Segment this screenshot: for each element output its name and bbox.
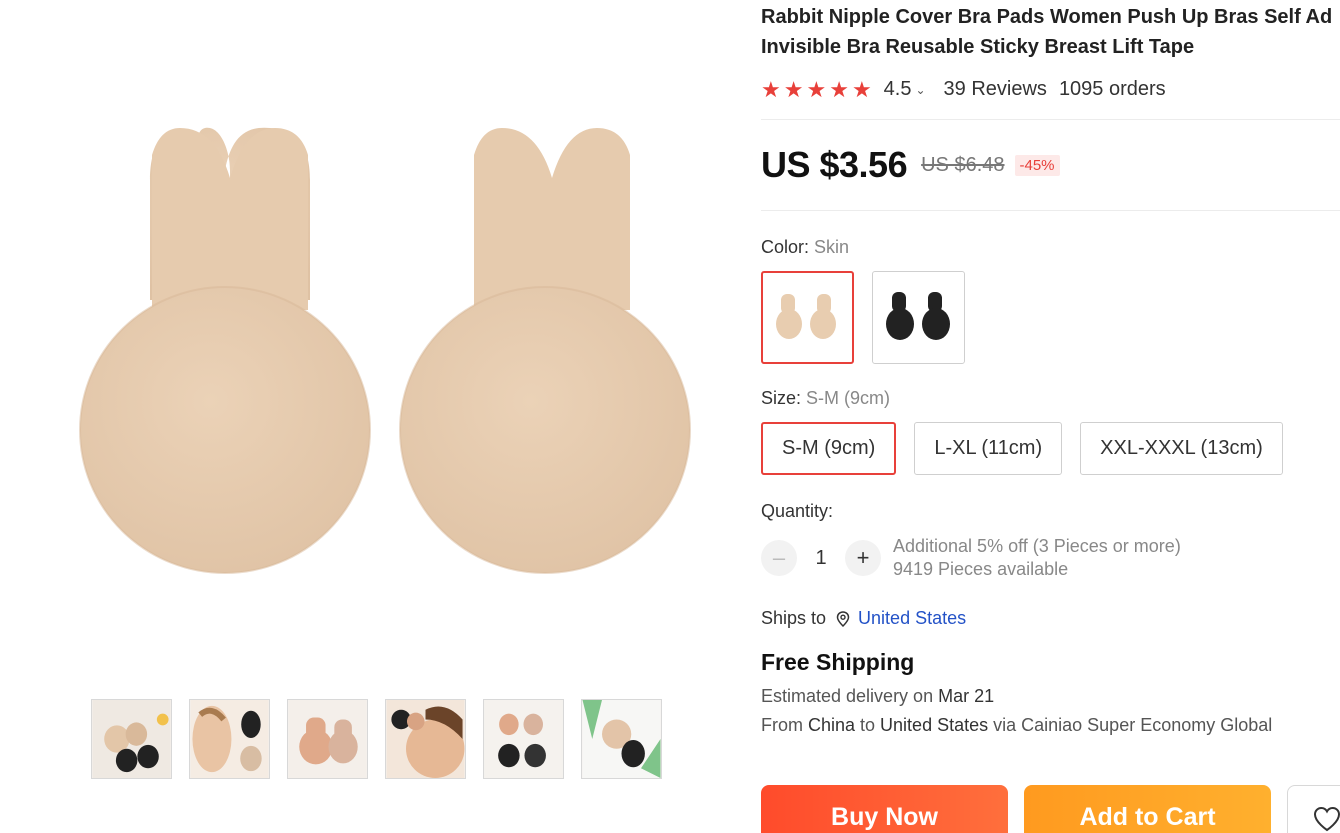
ships-to-destination-link[interactable]: United States	[858, 608, 966, 629]
size-option-xxl-xxxl[interactable]: XXL-XXXL (13cm)	[1080, 422, 1283, 475]
star-icon: ★	[806, 76, 827, 102]
stock-available: 9419 Pieces available	[893, 559, 1069, 579]
route-from-prefix: From	[761, 715, 808, 735]
product-title-line1: Rabbit Nipple Cover Bra Pads Women Push …	[761, 6, 1333, 28]
thumbnail-6[interactable]	[581, 699, 662, 779]
discount-badge: -45%	[1014, 154, 1060, 176]
est-date: Mar 21	[938, 686, 995, 706]
skin-pad-swatch-icon	[775, 293, 836, 339]
product-title: Rabbit Nipple Cover Bra Pads Women Push …	[761, 2, 1340, 62]
product-info-panel: Rabbit Nipple Cover Bra Pads Women Push …	[761, 0, 1340, 833]
quantity-increase-button[interactable]: +	[845, 540, 881, 576]
quantity-decrease-button[interactable]: –	[761, 540, 797, 576]
reviews-link[interactable]: 39 Reviews	[944, 78, 1047, 101]
wishlist-button[interactable]	[1287, 785, 1340, 833]
star-icon: ★	[851, 76, 872, 102]
size-option-l-xl[interactable]: L-XL (11cm)	[914, 422, 1063, 475]
ships-to-row: Ships to United States	[761, 608, 1340, 629]
buy-now-button[interactable]: Buy Now	[761, 785, 1008, 833]
chevron-down-icon[interactable]: ⌄	[915, 83, 925, 97]
quantity-value[interactable]: 1	[797, 547, 845, 570]
divider	[761, 210, 1340, 211]
star-icon: ★	[829, 76, 849, 102]
size-option-s-m[interactable]: S-M (9cm)	[761, 422, 897, 475]
rating-row: ★ ★ ★ ★ ★ 4.5 ⌄ 39 Reviews 1095 orders	[761, 78, 1340, 101]
ships-to-label: Ships to	[761, 608, 827, 628]
star-icon: ★	[783, 76, 804, 102]
current-price: US $3.56	[761, 144, 908, 185]
route-origin: China	[808, 715, 856, 735]
size-label: Size: S-M (9cm)	[761, 388, 1340, 409]
thumbnail-2[interactable]	[189, 699, 270, 779]
shipping-route: From China to United States via Cainiao …	[761, 715, 1340, 736]
color-option-skin[interactable]	[761, 271, 854, 364]
thumbnail-5[interactable]	[483, 699, 564, 779]
bulk-discount-note: Additional 5% off (3 Pieces or more)	[893, 536, 1181, 556]
route-carrier: via Cainiao Super Economy Global	[988, 715, 1273, 735]
thumbnail-1[interactable]	[91, 699, 172, 779]
estimated-delivery: Estimated delivery on Mar 21	[761, 685, 1340, 707]
size-label-text: Size:	[761, 388, 807, 408]
location-pin-icon	[836, 610, 850, 627]
size-selected-value: S-M (9cm)	[806, 388, 891, 408]
original-price: US $6.48	[921, 153, 1005, 176]
add-to-cart-button[interactable]: Add to Cart	[1024, 785, 1271, 833]
free-shipping-title: Free Shipping	[761, 649, 915, 675]
quantity-label: Quantity:	[761, 501, 834, 521]
color-label: Color: Skin	[761, 237, 1340, 258]
thumbnail-strip	[91, 699, 662, 779]
main-product-image[interactable]	[30, 60, 730, 640]
rating-stars: ★ ★ ★ ★ ★	[761, 76, 872, 102]
est-prefix: Estimated delivery on	[761, 686, 939, 706]
product-title-line2: Invisible Bra Reusable Sticky Breast Lif…	[761, 36, 1195, 58]
orders-count: 1095 orders	[1058, 78, 1166, 100]
color-option-black[interactable]	[872, 271, 965, 364]
color-options	[761, 271, 1340, 364]
route-destination: United States	[880, 715, 989, 735]
thumbnail-4[interactable]	[385, 699, 466, 779]
star-icon: ★	[761, 76, 781, 102]
price-row: US $3.56 US $6.48 -45%	[761, 120, 1340, 210]
rating-value[interactable]: 4.5	[884, 78, 912, 101]
black-pad-swatch-icon	[885, 291, 950, 340]
color-label-text: Color:	[761, 237, 815, 257]
route-to-word: to	[855, 715, 881, 735]
bra-pad-right	[399, 128, 691, 574]
color-selected-value: Skin	[814, 237, 850, 257]
size-options: S-M (9cm) L-XL (11cm) XXL-XXXL (13cm)	[761, 422, 1340, 475]
bra-pad-left	[79, 127, 371, 574]
thumbnail-3[interactable]	[287, 699, 368, 779]
purchase-actions: Buy Now Add to Cart	[761, 785, 1340, 833]
quantity-notes: Additional 5% off (3 Pieces or more) 941…	[893, 535, 1181, 581]
heart-icon	[1313, 806, 1340, 832]
quantity-stepper: – 1 + Additional 5% off (3 Pieces or mor…	[761, 535, 1340, 581]
